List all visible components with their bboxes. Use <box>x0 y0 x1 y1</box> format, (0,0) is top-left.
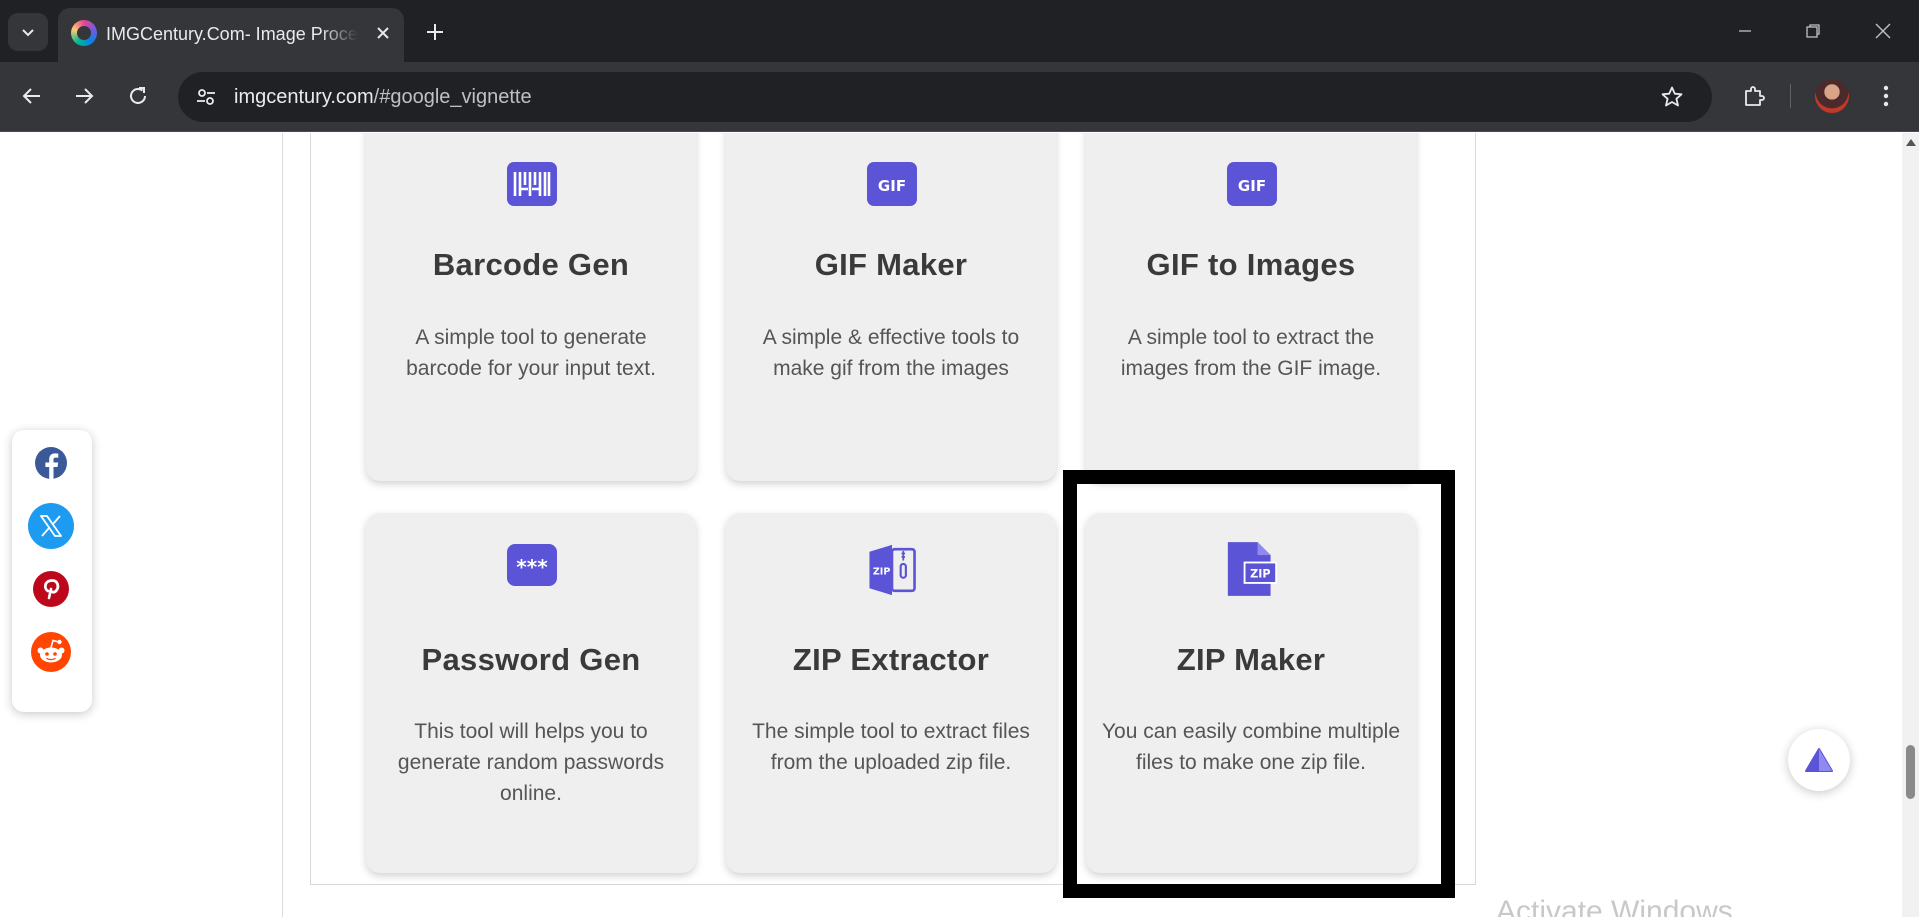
scroll-to-top-button[interactable] <box>1788 729 1850 791</box>
browser-menu-button[interactable] <box>1866 76 1906 116</box>
scroll-up-arrow-icon[interactable] <box>1906 139 1916 146</box>
tool-card-gif-to-images[interactable]: GIF GIF to Images A simple tool to extra… <box>1086 133 1416 481</box>
forward-button[interactable] <box>64 76 104 116</box>
plus-icon <box>427 24 443 40</box>
back-button[interactable] <box>12 76 52 116</box>
reload-icon <box>130 87 146 104</box>
tool-card-title: GIF to Images <box>1146 247 1356 282</box>
restore-icon <box>1806 24 1820 38</box>
window-close-button[interactable] <box>1860 14 1906 48</box>
bookmark-button[interactable] <box>1658 83 1686 111</box>
tab-close-button[interactable] <box>371 21 395 45</box>
profile-avatar[interactable] <box>1815 79 1849 113</box>
page-viewport: Barcode Gen A simple tool to generate ba… <box>0 133 1902 917</box>
page-scrollbar[interactable] <box>1902 133 1919 917</box>
address-bar[interactable]: imgcentury.com/#google_vignette <box>178 72 1712 122</box>
gif-icon-text: GIF <box>878 177 906 195</box>
url-text[interactable]: imgcentury.com/#google_vignette <box>234 85 532 109</box>
tool-card-description: A simple tool to extract the images from… <box>1120 326 1382 380</box>
scrollbar-thumb[interactable] <box>1906 745 1915 799</box>
page-border-line <box>282 133 283 917</box>
tool-card-title: Barcode Gen <box>432 247 630 282</box>
window-minimize-button[interactable] <box>1722 14 1768 48</box>
minimize-icon <box>1739 30 1751 32</box>
site-favicon-icon <box>71 20 97 46</box>
reload-button[interactable] <box>118 76 158 116</box>
reddit-share-button[interactable] <box>28 629 74 675</box>
tool-card-title: GIF Maker <box>814 247 968 282</box>
pinterest-share-button[interactable] <box>28 566 74 612</box>
social-share-bar <box>12 430 92 712</box>
new-tab-button[interactable] <box>420 17 450 47</box>
url-domain: imgcentury.com <box>234 86 374 108</box>
tab-search-button[interactable] <box>8 13 48 51</box>
star-icon <box>1661 86 1683 107</box>
url-path: /#google_vignette <box>373 86 532 108</box>
site-info-button[interactable] <box>190 81 222 113</box>
close-icon <box>1875 23 1891 39</box>
chevron-down-icon <box>22 29 34 37</box>
barcode-icon <box>506 158 558 210</box>
close-icon <box>377 27 389 39</box>
gif-icon: GIF <box>1226 158 1278 210</box>
password-icon: *** <box>506 539 558 591</box>
pinterest-icon <box>33 571 69 607</box>
gif-icon-text: GIF <box>1238 177 1266 195</box>
tool-card-description: A simple & effective tools to make gif f… <box>762 326 1020 380</box>
arrow-right-icon <box>76 88 94 104</box>
tool-card-description: A simple tool to generate barcode for yo… <box>406 326 656 380</box>
facebook-share-button[interactable] <box>28 440 74 486</box>
more-vert-icon <box>1883 85 1889 107</box>
browser-toolbar: imgcentury.com/#google_vignette <box>0 62 1919 132</box>
reddit-icon <box>31 632 71 672</box>
window-restore-button[interactable] <box>1790 14 1836 48</box>
triangle-up-icon <box>1805 748 1833 772</box>
tool-card-description: The simple tool to extract files from th… <box>752 720 1030 774</box>
extensions-button[interactable] <box>1734 76 1774 116</box>
activate-windows-watermark: Activate Windows <box>1496 895 1733 917</box>
tool-card-password-gen[interactable]: *** Password Gen This tool will helps yo… <box>366 513 696 873</box>
tab-strip: IMGCentury.Com- Image Processing Tools <box>0 0 1919 62</box>
tool-card-barcode-gen[interactable]: Barcode Gen A simple tool to generate ba… <box>366 133 696 481</box>
toolbar-divider <box>1790 84 1791 108</box>
tool-card-title: Password Gen <box>421 642 641 677</box>
puzzle-icon <box>1745 86 1765 106</box>
x-icon <box>40 515 62 537</box>
zip-archive-icon: ZIP <box>866 539 918 601</box>
highlight-annotation-box <box>1063 470 1455 898</box>
arrow-left-icon <box>22 88 40 104</box>
browser-tab[interactable]: IMGCentury.Com- Image Processing Tools <box>58 8 404 62</box>
zip-icon-text: ZIP <box>873 566 890 577</box>
gif-icon: GIF <box>866 158 918 210</box>
password-icon-text: *** <box>516 555 548 579</box>
tab-title: IMGCentury.Com- Image Processing Tools <box>106 24 358 44</box>
x-share-button[interactable] <box>28 503 74 549</box>
tune-icon <box>197 89 215 105</box>
tool-card-description: This tool will helps you to generate ran… <box>397 720 665 805</box>
tool-card-title: ZIP Extractor <box>792 642 990 677</box>
facebook-icon <box>35 447 67 480</box>
tool-card-zip-extractor[interactable]: ZIP ZIP Extractor The simple tool to ext… <box>726 513 1056 873</box>
tool-card-gif-maker[interactable]: GIF GIF Maker A simple & effective tools… <box>726 133 1056 481</box>
